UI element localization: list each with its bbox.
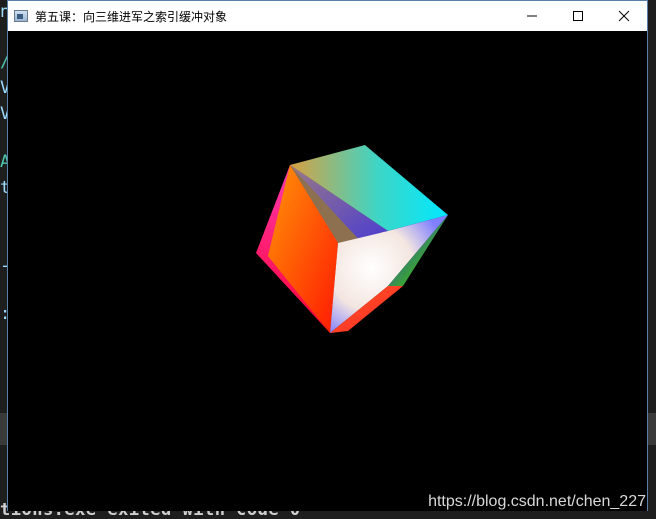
maximize-icon	[573, 11, 583, 21]
color-cube	[256, 145, 448, 333]
watermark-text: https://blog.csdn.net/chen_227	[428, 493, 646, 510]
app-window-icon	[14, 10, 28, 22]
title-bar[interactable]: 第五课：向三维进军之索引缓冲对象	[8, 1, 647, 31]
minimize-icon	[527, 15, 537, 17]
close-button[interactable]	[601, 1, 647, 31]
minimize-button[interactable]	[509, 1, 555, 31]
close-icon	[618, 10, 630, 22]
window-title: 第五课：向三维进军之索引缓冲对象	[35, 9, 228, 24]
app-window[interactable]: 第五课：向三维进军之索引缓冲对象	[7, 0, 648, 511]
maximize-button[interactable]	[555, 1, 601, 31]
opengl-viewport[interactable]	[8, 31, 647, 511]
window-controls	[509, 1, 647, 31]
